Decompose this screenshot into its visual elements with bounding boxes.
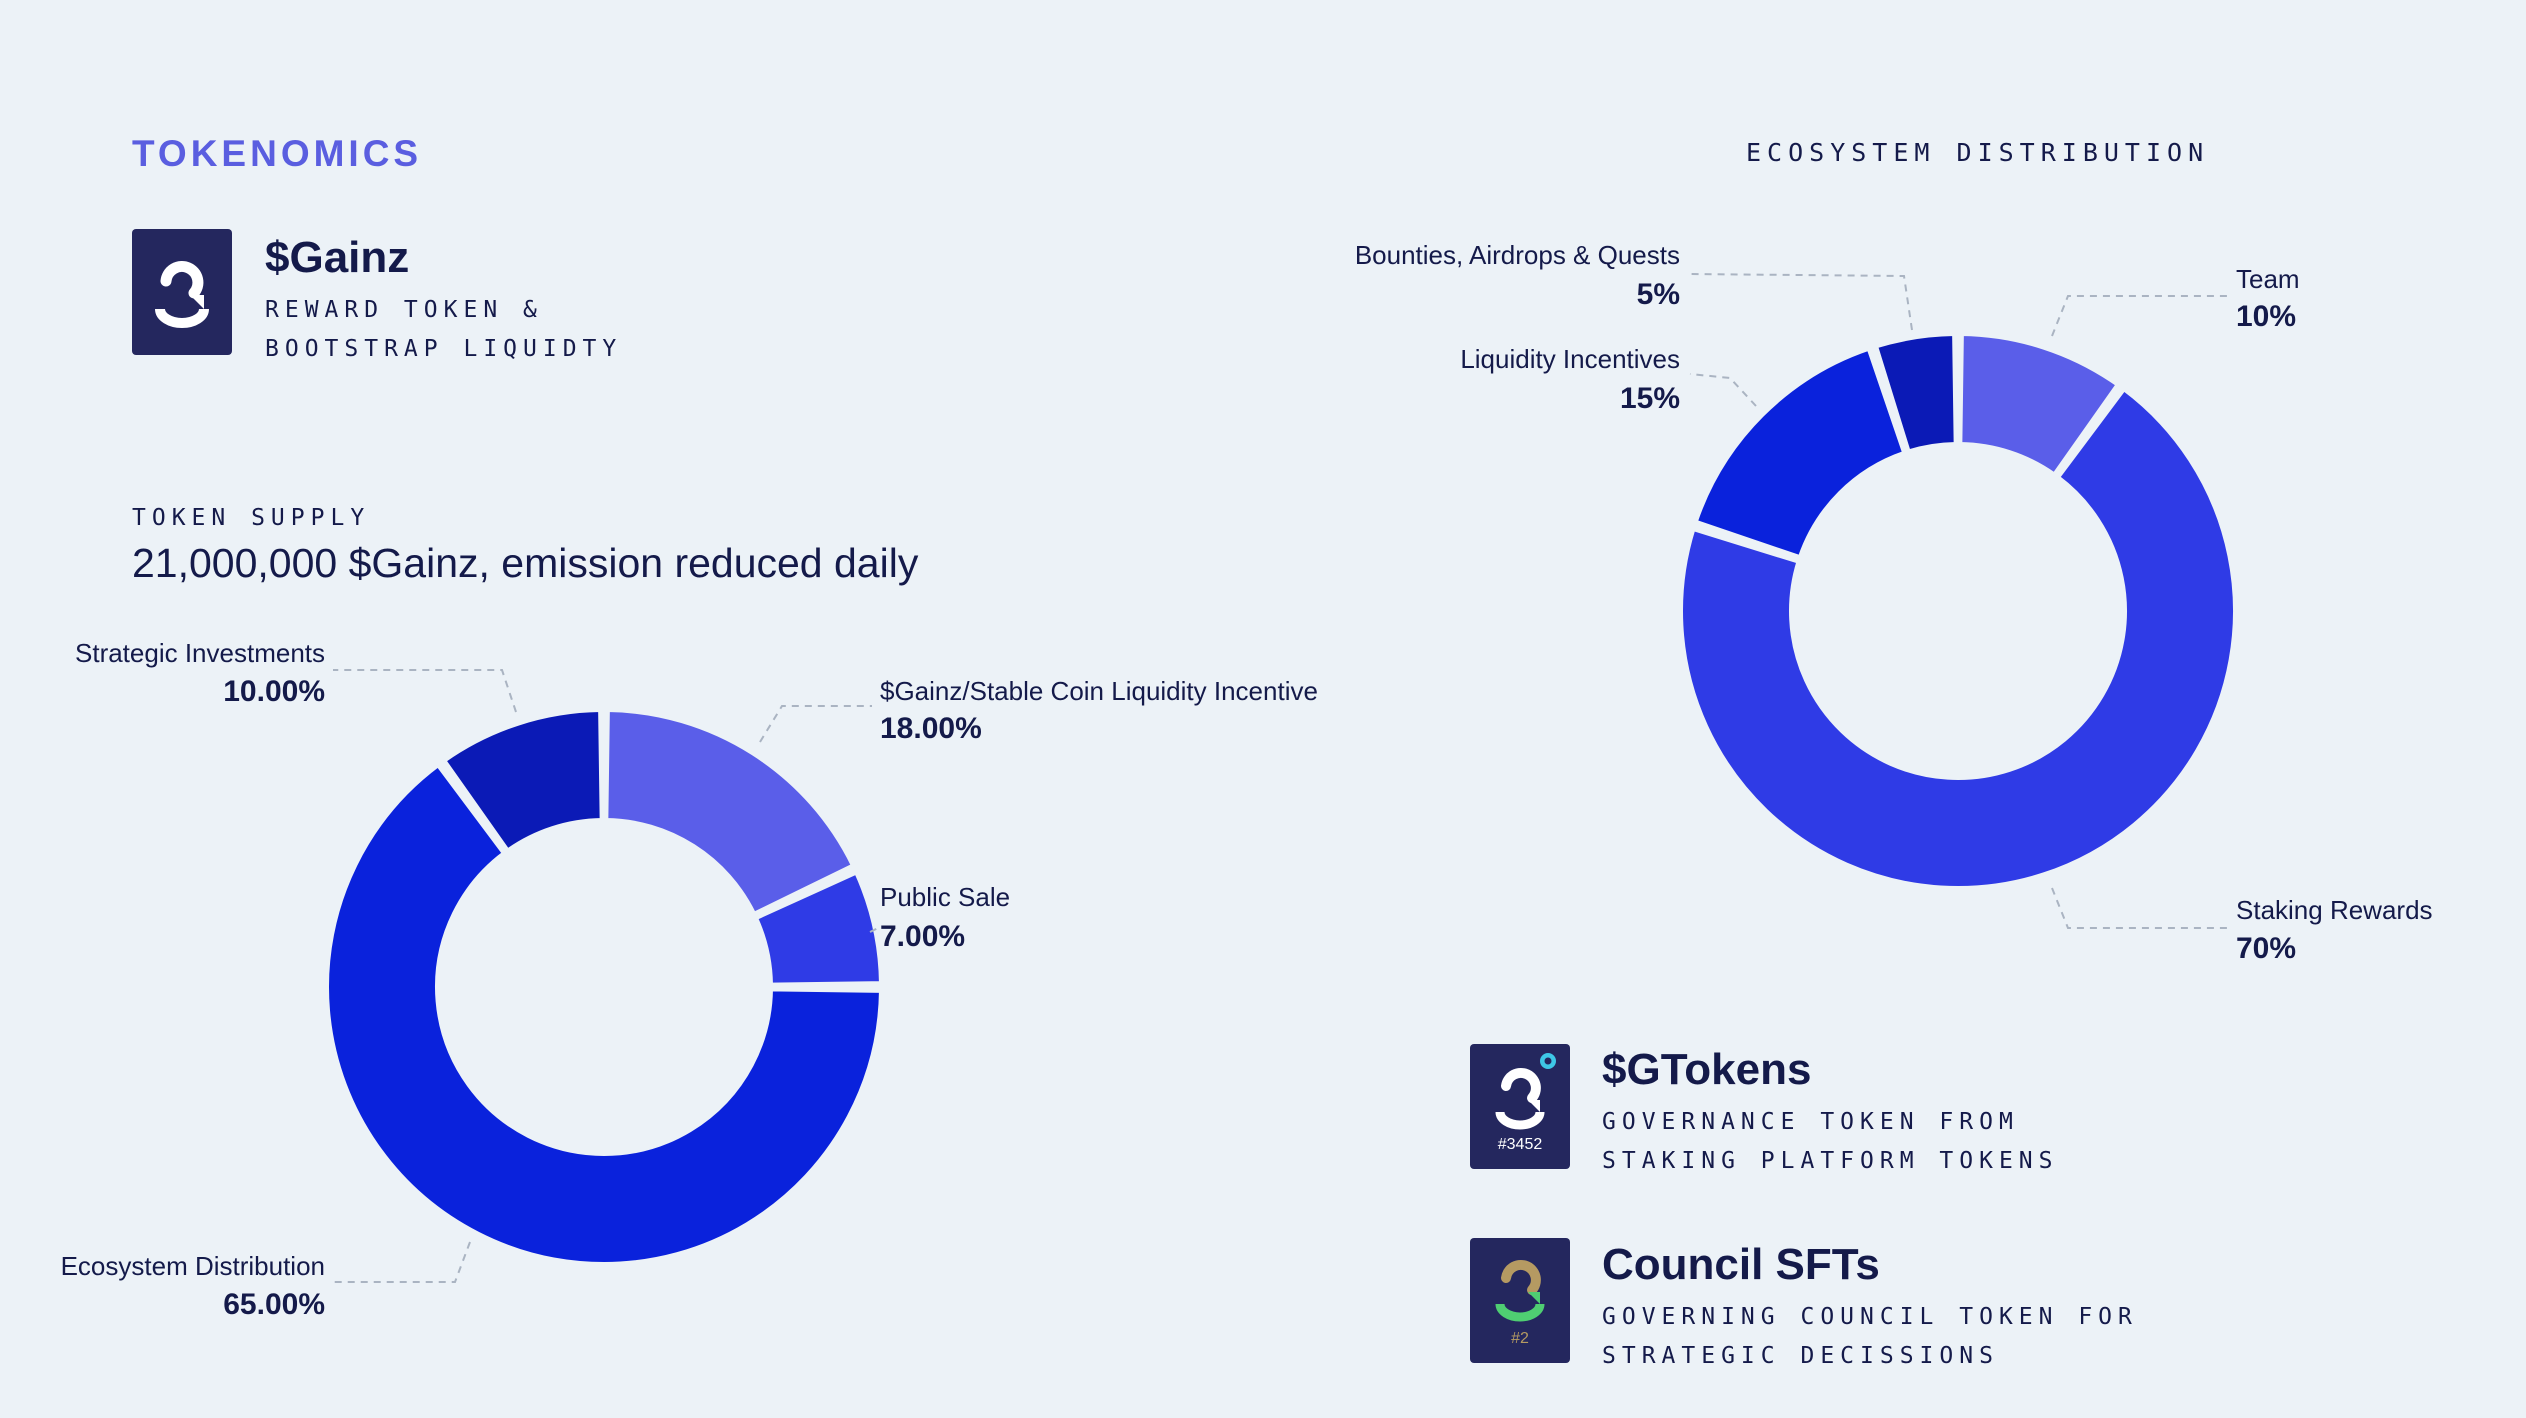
donut-2-value-3: 15% — [1620, 382, 1680, 415]
donut-2-value-4: 5% — [1637, 278, 1680, 311]
council-subtitle-1: GOVERNING COUNCIL TOKEN FOR — [1602, 1304, 2138, 1330]
donut-1-label-2: Public Sale — [880, 882, 1010, 912]
donut-1-value-2: 7.00% — [880, 920, 965, 953]
donut-2-label-4: Bounties, Airdrops & Quests — [1355, 240, 1680, 270]
gtokens-subtitle-2: STAKING PLATFORM TOKENS — [1602, 1148, 2059, 1174]
donut-2-leader-2 — [2051, 887, 2228, 929]
donut-2-leader-1 — [2051, 295, 2228, 337]
donut-2-leader-3 — [1689, 373, 1757, 407]
donut-1-leader-1 — [759, 705, 872, 743]
donut-2-value-2: 70% — [2236, 932, 2296, 965]
donut-2-label-3: Liquidity Incentives — [1460, 344, 1680, 374]
donut-2-label-2: Staking Rewards — [2236, 895, 2433, 925]
donut-1-label-3: Ecosystem Distribution — [61, 1251, 325, 1281]
council-logo-icon: #2 — [1470, 1238, 1570, 1363]
donut-1-slice-1 — [604, 708, 855, 916]
donut-1-value-4: 10.00% — [223, 675, 325, 708]
donut-1-value-1: 18.00% — [880, 712, 982, 745]
donut-2-slice-3 — [1693, 346, 1907, 560]
donut-1-leader-3 — [333, 1241, 471, 1283]
gtokens-subtitle-1: GOVERNANCE TOKEN FROM — [1602, 1109, 2019, 1135]
donut-2-value-1: 10% — [2236, 300, 2296, 333]
donut-1-label-1: $Gainz/Stable Coin Liquidity Incentive — [880, 676, 1318, 706]
donut-1-value-3: 65.00% — [223, 1288, 325, 1321]
donut-1-label-4: Strategic Investments — [75, 638, 325, 668]
council-subtitle-2: STRATEGIC DECISSIONS — [1602, 1343, 1999, 1369]
gtokens-logo-icon: #3452 — [1470, 1044, 1570, 1169]
donut-2-label-1: Team — [2236, 264, 2300, 294]
gtokens-badge: #3452 — [1497, 1136, 1543, 1153]
donut-charts: $Gainz/Stable Coin Liquidity Incentive 18… — [61, 240, 2433, 1321]
gtokens-name: $GTokens — [1602, 1045, 1812, 1094]
council-badge: #2 — [1511, 1330, 1529, 1347]
council-name: Council SFTs — [1602, 1240, 1880, 1289]
donut-1-leader-4 — [333, 669, 517, 713]
donut-2-leader-4 — [1689, 273, 1913, 331]
